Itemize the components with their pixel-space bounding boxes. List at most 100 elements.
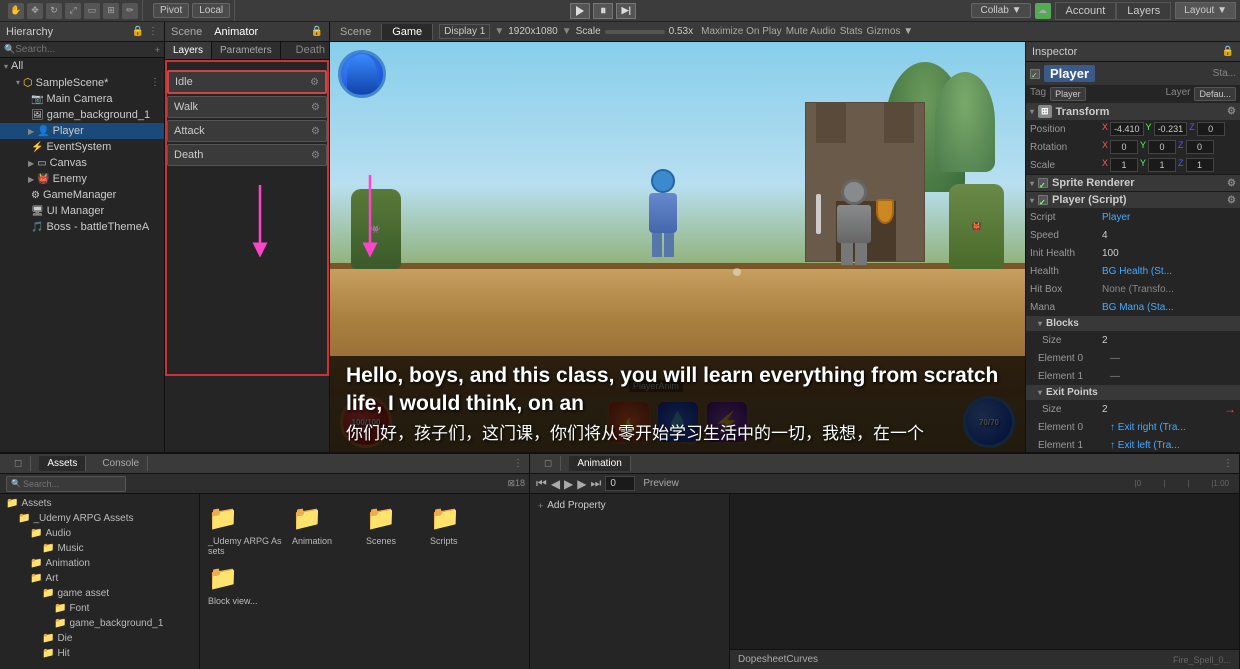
account-button[interactable]: Account (1055, 2, 1117, 20)
player-script-settings[interactable]: ⚙ (1227, 195, 1236, 206)
anim-play[interactable]: ▶ (564, 477, 573, 491)
animator-tab[interactable]: Animator (214, 26, 258, 38)
file-scripts[interactable]: 📁 Scripts (430, 502, 490, 558)
exit-size-value[interactable]: 2 (1102, 404, 1222, 415)
folder-art[interactable]: 📁 Art (2, 571, 197, 586)
sc-z[interactable]: 1 (1186, 158, 1214, 172)
sprite-renderer-settings[interactable]: ⚙ (1227, 178, 1236, 189)
hierarchy-all[interactable]: ▾ All (0, 58, 164, 74)
hier-enemy[interactable]: ▶ 👹 Enemy (0, 171, 164, 187)
file-udemy[interactable]: 📁 _Udemy ARPG Assets (208, 502, 288, 558)
sprite-renderer-header[interactable]: ▾ Sprite Renderer ⚙ (1026, 175, 1240, 191)
blocks-size-value[interactable]: 2 (1102, 335, 1236, 346)
anim-next-frame[interactable]: ▶ (577, 477, 586, 491)
layers-button[interactable]: Layers (1116, 2, 1171, 20)
animation-tab[interactable]: Animation (569, 456, 630, 471)
hier-boss[interactable]: 🎵 Boss - battleThemeA (0, 219, 164, 235)
folder-animation[interactable]: 📁 Animation (2, 556, 197, 571)
anim-state-death[interactable]: Death ⚙ (167, 144, 327, 166)
curves-btn[interactable]: Curves (786, 654, 818, 665)
player-active-checkbox[interactable] (1030, 69, 1040, 79)
file-animation[interactable]: 📁 Animation (292, 502, 362, 558)
assets-tab[interactable]: Assets (39, 456, 86, 471)
hier-player[interactable]: ▶ 👤 Player (0, 123, 164, 139)
hierarchy-lock[interactable]: 🔒 (132, 26, 144, 37)
play-button[interactable] (570, 3, 590, 19)
hierarchy-menu[interactable]: ⋮ (148, 26, 158, 37)
anim-prev-frame[interactable]: ◀ (551, 477, 560, 491)
move-icon[interactable]: ✥ (27, 3, 43, 19)
anim-state-idle[interactable]: Idle ⚙ (167, 70, 327, 94)
anim-settings[interactable]: ⋮ (1223, 458, 1233, 469)
attack-gear[interactable]: ⚙ (311, 126, 320, 137)
maximize-on-play[interactable]: Maximize On Play (701, 26, 782, 37)
animator-lock[interactable]: 🔒 (311, 26, 323, 37)
transform-icon[interactable]: ⊞ (103, 3, 119, 19)
rect-icon[interactable]: ▭ (84, 3, 100, 19)
hierarchy-add[interactable]: + (155, 45, 160, 55)
pause-button[interactable]: ⏸ (593, 3, 613, 19)
game-view-tab[interactable]: Game (382, 24, 433, 40)
anim-next-keyframe[interactable]: ⏭ (591, 476, 602, 491)
folder-udemy[interactable]: 📁 _Udemy ARPG Assets (2, 511, 197, 526)
cloud-icon[interactable]: ☁ (1035, 3, 1051, 19)
local-button[interactable]: Local (192, 3, 230, 18)
folder-music[interactable]: 📁 Music (2, 541, 197, 556)
layout-button[interactable]: Layout ▼ (1175, 2, 1236, 19)
hier-uimanager[interactable]: 🖥 UI Manager (0, 203, 164, 219)
sprite-renderer-checkbox[interactable] (1038, 178, 1048, 188)
bottom-left-settings[interactable]: ⋮ (513, 458, 523, 469)
player-script-header[interactable]: ▾ Player (Script) ⚙ (1026, 192, 1240, 208)
layers-tab[interactable]: Layers (165, 42, 212, 59)
project-tab[interactable]: ◻ (6, 456, 31, 471)
rot-x[interactable]: 0 (1110, 140, 1138, 154)
pos-x[interactable]: -4.410 (1110, 122, 1144, 136)
folder-audio[interactable]: 📁 Audio (2, 526, 197, 541)
init-health-value[interactable]: 100 (1102, 248, 1236, 259)
pivot-button[interactable]: Pivot (153, 3, 189, 18)
transform-settings[interactable]: ⚙ (1227, 106, 1236, 117)
animator-death-tab[interactable]: Death (292, 42, 329, 59)
console-tab[interactable]: Console (94, 456, 148, 471)
walk-gear[interactable]: ⚙ (311, 102, 320, 113)
blocks-header[interactable]: ▾ Blocks (1026, 316, 1240, 331)
rot-y[interactable]: 0 (1148, 140, 1176, 154)
death-gear[interactable]: ⚙ (311, 150, 320, 161)
hierarchy-scene[interactable]: ▾ ⬡ SampleScene* ⋮ (0, 74, 164, 91)
scale-slider[interactable] (605, 30, 665, 34)
folder-hit[interactable]: 📁 Hit (2, 646, 197, 661)
pos-z[interactable]: 0 (1197, 122, 1225, 136)
gizmos-btn[interactable]: Gizmos ▼ (867, 26, 914, 37)
layer-dropdown[interactable]: Defau... (1194, 87, 1236, 101)
transform-header[interactable]: ▾ ⊞ Transform ⚙ (1026, 103, 1240, 120)
display-dropdown[interactable]: Display 1 (439, 24, 490, 39)
hier-main-camera[interactable]: 📷 Main Camera (0, 91, 164, 107)
rotate-icon[interactable]: ↻ (46, 3, 62, 19)
speed-value[interactable]: 4 (1102, 230, 1236, 241)
scene-menu[interactable]: ⋮ (150, 77, 160, 88)
sc-y[interactable]: 1 (1148, 158, 1176, 172)
pos-y[interactable]: -0.231 (1154, 122, 1188, 136)
idle-gear[interactable]: ⚙ (310, 77, 319, 88)
parameters-tab[interactable]: Parameters (212, 42, 281, 59)
hier-game-bg[interactable]: 🖼 game_background_1 (0, 107, 164, 123)
anim-add-icon[interactable]: + (538, 501, 543, 511)
folder-die[interactable]: 📁 Die (2, 631, 197, 646)
asset-search-input[interactable] (23, 479, 140, 489)
anim-panel-icon[interactable]: ◻ (536, 456, 561, 471)
collab-button[interactable]: Collab ▼ (971, 3, 1030, 18)
folder-font[interactable]: 📁 Font (2, 601, 197, 616)
hier-gamemanager[interactable]: ⚙ GameManager (0, 187, 164, 203)
step-button[interactable]: ▶| (616, 3, 636, 19)
file-blockview[interactable]: 📁 Block view... (208, 562, 278, 608)
folder-game-asset[interactable]: 📁 game asset (2, 586, 197, 601)
mute-audio[interactable]: Mute Audio (786, 26, 836, 37)
scene-view-tab[interactable]: Scene (330, 24, 382, 40)
edit-icon[interactable]: ✏ (122, 3, 138, 19)
hand-icon[interactable]: ✋ (8, 3, 24, 19)
tag-dropdown[interactable]: Player (1050, 87, 1086, 101)
inspector-lock[interactable]: 🔒 (1222, 46, 1234, 57)
hier-eventsystem[interactable]: ⚡ EventSystem (0, 139, 164, 155)
rot-z[interactable]: 0 (1186, 140, 1214, 154)
sc-x[interactable]: 1 (1110, 158, 1138, 172)
